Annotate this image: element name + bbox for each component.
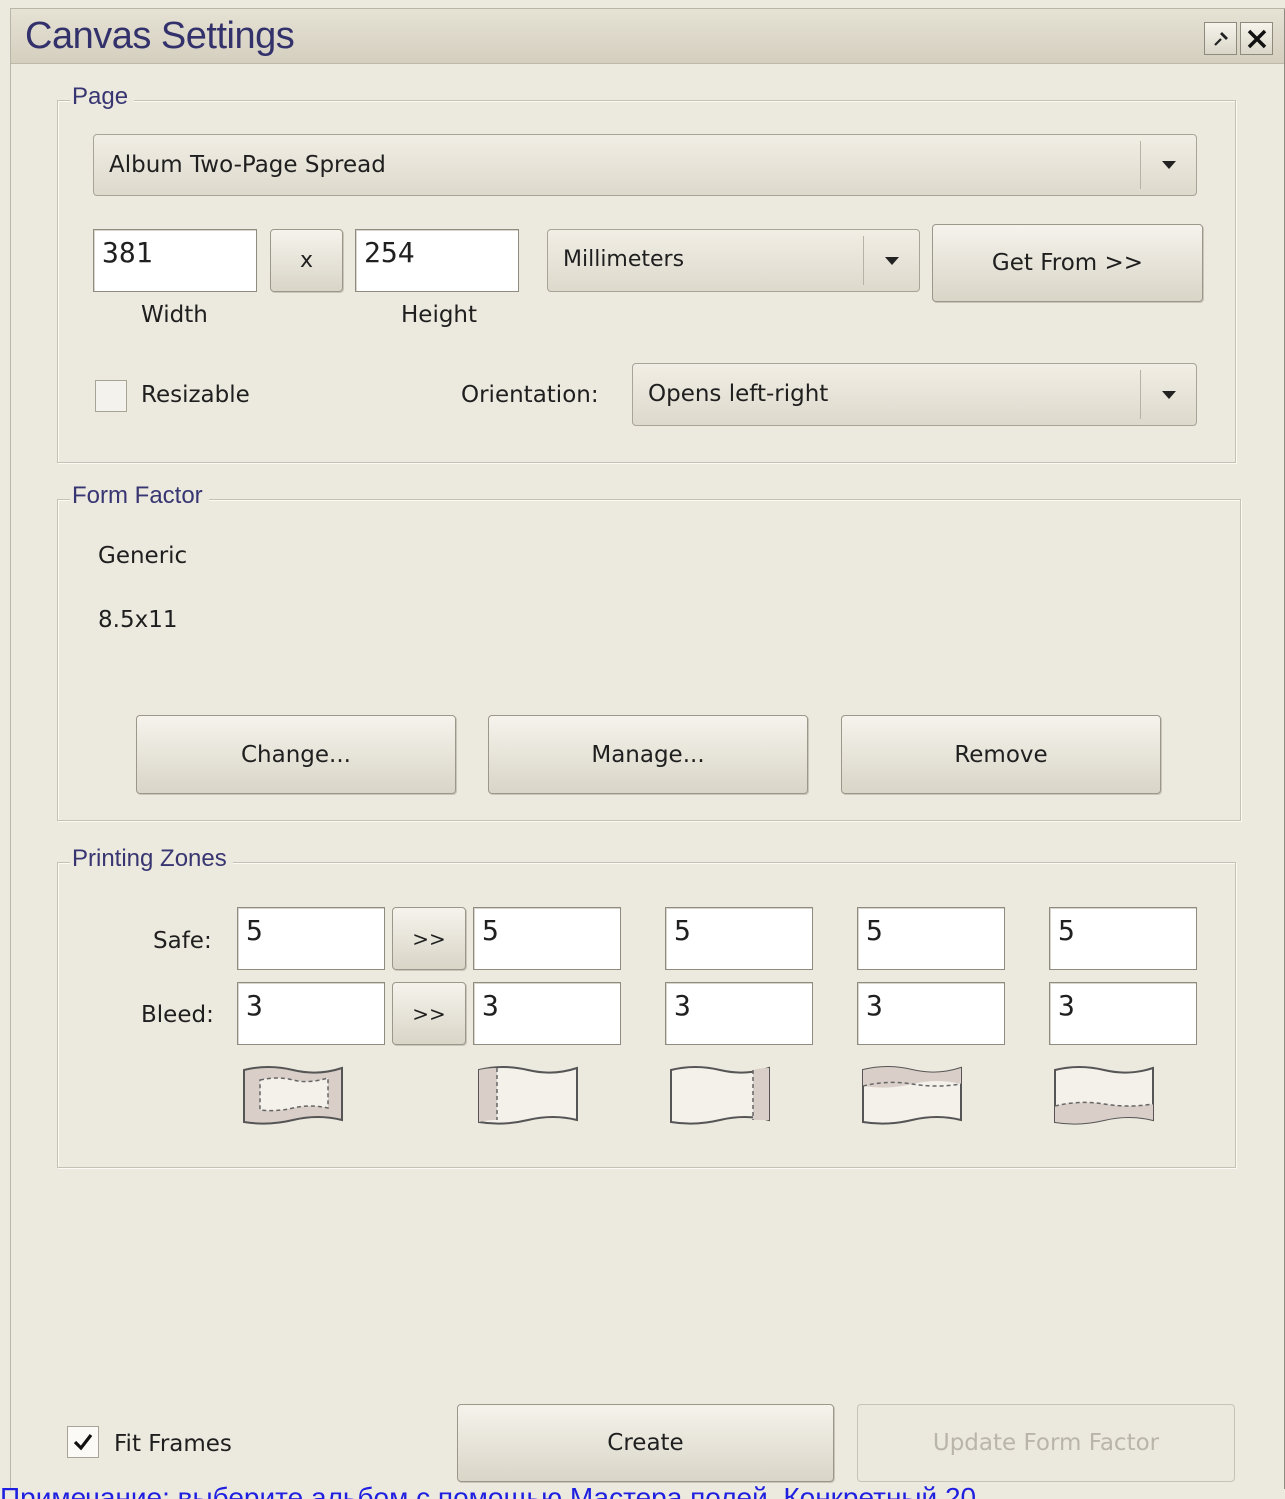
bleed-top-input[interactable]: 3 xyxy=(857,982,1005,1045)
bleed-right-input[interactable]: 3 xyxy=(665,982,813,1045)
zone-top-icon xyxy=(862,1066,962,1125)
resizable-checkbox[interactable] xyxy=(95,380,127,412)
bleed-copy-button[interactable]: >> xyxy=(392,982,466,1045)
fit-frames-checkbox[interactable] xyxy=(67,1426,99,1458)
pin-icon xyxy=(1213,31,1228,46)
close-icon xyxy=(1247,29,1266,48)
title-bar: Canvas Settings xyxy=(11,9,1284,64)
zone-left-icon xyxy=(478,1066,578,1125)
form-factor-size: 8.5x11 xyxy=(98,607,178,633)
zone-bottom-icon xyxy=(1054,1066,1154,1125)
height-label: Height xyxy=(401,302,478,328)
close-button[interactable] xyxy=(1240,22,1273,55)
width-input[interactable]: 381 xyxy=(93,229,257,292)
zone-all-icon xyxy=(243,1066,343,1125)
safe-top-input[interactable]: 5 xyxy=(857,907,1005,970)
safe-copy-button[interactable]: >> xyxy=(392,907,466,970)
bleed-label: Bleed: xyxy=(141,1002,214,1028)
update-form-factor-button[interactable]: Update Form Factor xyxy=(857,1404,1235,1482)
safe-right-input[interactable]: 5 xyxy=(665,907,813,970)
swap-dimensions-button[interactable]: x xyxy=(270,229,343,292)
orientation-select[interactable]: Opens left-right xyxy=(632,363,1197,426)
form-factor-group-label: Form Factor xyxy=(70,482,209,510)
chevron-down-icon xyxy=(1140,141,1196,189)
form-factor-name: Generic xyxy=(98,543,188,569)
pin-button[interactable] xyxy=(1204,22,1237,55)
change-button[interactable]: Change... xyxy=(136,715,456,794)
orientation-value: Opens left-right xyxy=(648,381,829,407)
checkmark-icon xyxy=(73,1434,93,1451)
safe-left-input[interactable]: 5 xyxy=(473,907,621,970)
page-preset-value: Album Two-Page Spread xyxy=(109,152,386,178)
bleed-bottom-input[interactable]: 3 xyxy=(1049,982,1197,1045)
chevron-down-icon xyxy=(1140,370,1196,419)
units-select[interactable]: Millimeters xyxy=(547,229,920,292)
height-input[interactable]: 254 xyxy=(355,229,519,292)
units-value: Millimeters xyxy=(563,247,685,272)
page-group-label: Page xyxy=(70,83,135,111)
chevron-down-icon xyxy=(863,236,919,285)
safe-all-input[interactable]: 5 xyxy=(237,907,385,970)
manage-button[interactable]: Manage... xyxy=(488,715,808,794)
bleed-all-input[interactable]: 3 xyxy=(237,982,385,1045)
bleed-left-input[interactable]: 3 xyxy=(473,982,621,1045)
zone-right-icon xyxy=(670,1066,770,1125)
printing-zones-group-label: Printing Zones xyxy=(70,845,233,873)
caption-text: Примечание: выберите альбом с помощью Ма… xyxy=(0,1484,1285,1499)
remove-button[interactable]: Remove xyxy=(841,715,1161,794)
page-preset-select[interactable]: Album Two-Page Spread xyxy=(93,134,1197,196)
panel-title: Canvas Settings xyxy=(25,15,295,57)
create-button[interactable]: Create xyxy=(457,1404,834,1482)
orientation-label: Orientation: xyxy=(461,382,599,408)
resizable-label: Resizable xyxy=(141,382,250,408)
fit-frames-label: Fit Frames xyxy=(114,1431,232,1457)
safe-label: Safe: xyxy=(153,928,212,954)
safe-bottom-input[interactable]: 5 xyxy=(1049,907,1197,970)
width-label: Width xyxy=(141,302,208,328)
get-from-button[interactable]: Get From >> xyxy=(932,224,1203,302)
